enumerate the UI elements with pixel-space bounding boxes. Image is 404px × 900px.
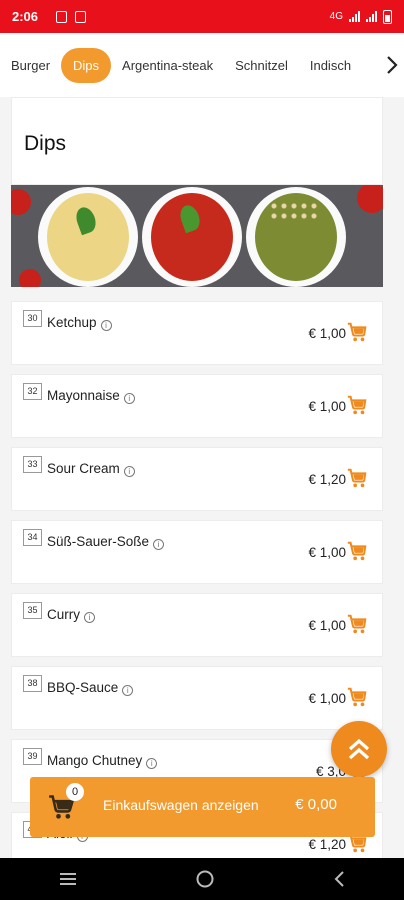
notification-icon (75, 10, 87, 23)
notification-icon (56, 10, 68, 23)
item-name-wrapper: BBQ-Sauce i (47, 680, 134, 696)
menu-item-bbq-sauce[interactable]: 38 BBQ-Sauce i € 1,00 (11, 666, 383, 730)
item-number: 38 (23, 675, 42, 692)
item-name: Süß-Sauer-Soße (47, 534, 150, 549)
info-icon[interactable]: i (122, 685, 134, 696)
add-to-cart-icon[interactable] (346, 467, 368, 489)
menu-item-sour-cream[interactable]: 33 Sour Cream i € 1,20 (11, 447, 383, 511)
item-name: Sour Cream (47, 461, 120, 476)
category-banner-image (11, 185, 383, 287)
item-name-wrapper: Mango Chutney i (47, 753, 158, 769)
item-name: Curry (47, 607, 80, 622)
item-price: € 1,20 (308, 472, 346, 487)
category-header: Dips (11, 97, 383, 185)
item-number: 35 (23, 602, 42, 619)
item-price: € 1,20 (308, 837, 346, 852)
menu-item-curry[interactable]: 35 Curry i € 1,00 (11, 593, 383, 657)
category-title: Dips (24, 132, 67, 155)
info-icon[interactable]: i (153, 539, 165, 550)
item-price: € 1,00 (308, 545, 346, 560)
menu-item-mayonnaise[interactable]: 32 Mayonnaise i € 1,00 (11, 374, 383, 438)
info-icon[interactable]: i (123, 466, 135, 477)
item-price: € 1,00 (308, 618, 346, 633)
battery-icon (383, 9, 392, 24)
signal-icon (349, 11, 360, 22)
item-name-wrapper: Sour Cream i (47, 461, 135, 477)
item-number: 33 (23, 456, 42, 473)
item-number: 32 (23, 383, 42, 400)
item-price: € 1,00 (308, 399, 346, 414)
status-time: 2:06 (12, 9, 39, 24)
item-price: € 1,00 (308, 326, 346, 341)
chevron-right-icon[interactable] (380, 33, 404, 97)
item-name: Ketchup (47, 315, 97, 330)
tab-dips[interactable]: Dips (61, 47, 112, 83)
cart-count-badge: 0 (66, 783, 84, 801)
menu-item-ketchup[interactable]: 30 Ketchup i € 1,00 (11, 301, 383, 365)
category-tabs: Burger Dips Argentina-steak Schnitzel In… (0, 33, 404, 97)
view-cart-button[interactable]: 0 Einkaufswagen anzeigen € 0,00 (30, 777, 375, 837)
item-name-wrapper: Curry i (47, 607, 95, 623)
add-to-cart-icon[interactable] (346, 540, 368, 562)
item-name: Mango Chutney (47, 753, 143, 768)
item-name-wrapper: Mayonnaise i (47, 388, 135, 404)
back-icon[interactable] (332, 869, 346, 889)
tab-indisch[interactable]: Indisch (299, 48, 362, 83)
network-label: 4G (329, 11, 343, 22)
add-to-cart-icon[interactable] (346, 613, 368, 635)
back-to-top-button[interactable] (331, 721, 387, 777)
system-nav-bar (0, 858, 404, 900)
info-icon[interactable]: i (123, 393, 135, 404)
signal-icon (366, 11, 377, 22)
add-to-cart-icon[interactable] (346, 321, 368, 343)
status-right: 4G (329, 9, 392, 24)
tab-argentina-steak[interactable]: Argentina-steak (111, 48, 224, 83)
tab-schnitzel[interactable]: Schnitzel (224, 48, 299, 83)
item-number: 34 (23, 529, 42, 546)
info-icon[interactable]: i (100, 320, 112, 331)
cart-label: Einkaufswagen anzeigen (103, 797, 259, 813)
item-name: Mayonnaise (47, 388, 120, 403)
add-to-cart-icon[interactable] (346, 686, 368, 708)
item-price: € 1,00 (308, 691, 346, 706)
info-icon[interactable]: i (84, 612, 95, 623)
item-name: BBQ-Sauce (47, 680, 119, 695)
status-bar: 2:06 4G (0, 0, 404, 33)
info-icon[interactable]: i (146, 758, 158, 769)
recent-apps-icon[interactable] (58, 871, 78, 887)
tab-burger[interactable]: Burger (0, 48, 61, 83)
item-name-wrapper: Ketchup i (47, 315, 112, 331)
item-number: 30 (23, 310, 42, 327)
category-section: Dips (11, 97, 383, 287)
item-number: 39 (23, 748, 42, 765)
menu-item-suess-sauer-sosse[interactable]: 34 Süß-Sauer-Soße i € 1,00 (11, 520, 383, 584)
notification-icons (56, 10, 87, 23)
item-name-wrapper: Süß-Sauer-Soße i (47, 534, 165, 550)
home-icon[interactable] (195, 869, 215, 889)
double-chevron-up-icon (348, 738, 370, 760)
add-to-cart-icon[interactable] (346, 394, 368, 416)
cart-total: € 0,00 (295, 796, 337, 813)
